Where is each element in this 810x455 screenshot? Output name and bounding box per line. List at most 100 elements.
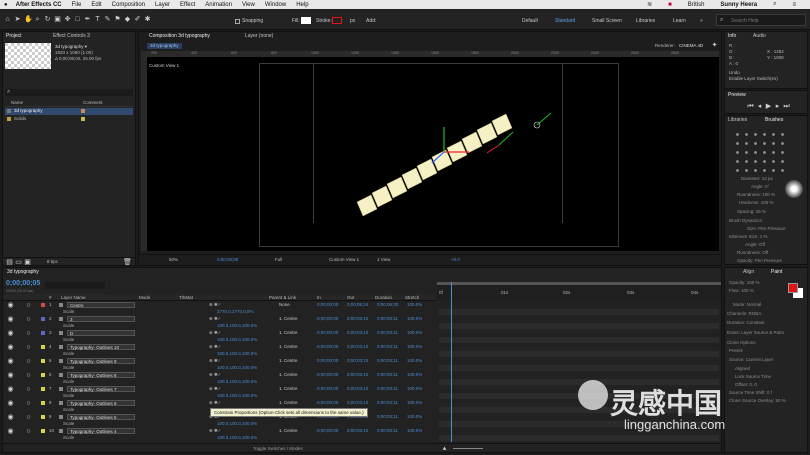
- workspace-standard[interactable]: Standard: [555, 18, 575, 24]
- tab-composition[interactable]: Composition 3d typography: [149, 33, 210, 40]
- property-value[interactable]: 2770.0,2770.0,0%: [217, 309, 254, 315]
- layer-name[interactable]: 3: [67, 316, 135, 322]
- parent-select[interactable]: 1. Centre: [279, 400, 298, 406]
- tab-brushes[interactable]: Brushes: [765, 117, 783, 124]
- table-row[interactable]: ◉ ○ 1 Centre ⊕ ✱ ⁄ None 0;00;00;00 0;00;05;24 0;…: [3, 302, 721, 316]
- search-help-field[interactable]: ⌕ Search Help: [716, 14, 806, 26]
- layer-name[interactable]: Typography- Outlines 10: [67, 344, 135, 350]
- new-comp-icon[interactable]: ▣: [24, 259, 31, 266]
- col-num[interactable]: #: [49, 295, 52, 301]
- rotate-tool-icon[interactable]: ↻: [44, 16, 51, 23]
- layer-stretch[interactable]: 100.0%: [407, 358, 422, 364]
- layer-duration[interactable]: 0;00;03;11: [377, 344, 398, 350]
- menu-window[interactable]: Window: [265, 2, 286, 8]
- menu-app-name[interactable]: After Effects CC: [16, 2, 62, 8]
- paint-clone-overlay[interactable]: Clone Source Overlay: 50 %: [729, 398, 786, 403]
- layer-name[interactable]: Typography- Outlines 5: [67, 414, 135, 420]
- tab-libraries[interactable]: Libraries: [728, 117, 747, 124]
- timeline-zoom-slider[interactable]: [453, 448, 483, 449]
- layer-out-point[interactable]: 0;00;03;10: [347, 428, 368, 434]
- exposure-value[interactable]: +0.0: [451, 257, 460, 263]
- visibility-eye-icon[interactable]: ◉: [7, 344, 14, 351]
- bpc-label[interactable]: 8 bpc: [47, 259, 58, 265]
- paint-flow[interactable]: Flow: 100 %: [729, 288, 754, 293]
- layer-stretch[interactable]: 100.0%: [407, 330, 422, 336]
- paint-source-time[interactable]: Source Time Shift: 0 f: [729, 390, 772, 395]
- brush-tip-presets[interactable]: [733, 130, 789, 172]
- visibility-eye-icon[interactable]: ◉: [7, 330, 14, 337]
- camera-tool-icon[interactable]: ▣: [54, 16, 61, 23]
- workspace-learn[interactable]: Learn: [673, 18, 686, 24]
- timeline-search-field[interactable]: [45, 282, 105, 289]
- zoom-tool-icon[interactable]: ⌕: [34, 16, 41, 23]
- paint-preset[interactable]: Preset:: [729, 348, 743, 353]
- label-color-swatch[interactable]: [41, 415, 45, 419]
- layer-switches-icon[interactable]: ⊕ ✱ ⁄: [209, 400, 220, 406]
- layer-in-point[interactable]: 0;00;00;00: [317, 344, 338, 350]
- menu-edit[interactable]: Edit: [91, 2, 101, 8]
- brush-tool-icon[interactable]: ✎: [104, 16, 111, 23]
- parent-select[interactable]: 1. Centre: [279, 358, 298, 364]
- interpret-footage-icon[interactable]: ▤: [6, 259, 13, 266]
- col-out[interactable]: Out: [347, 295, 354, 301]
- tab-project[interactable]: Project: [6, 33, 22, 40]
- menu-help[interactable]: Help: [296, 2, 308, 8]
- current-time-indicator[interactable]: [451, 282, 452, 442]
- first-frame-icon[interactable]: ⏮: [747, 103, 754, 110]
- property-value[interactable]: 100.0,100.0,100.0%: [217, 379, 257, 385]
- solo-icon[interactable]: ○: [25, 400, 32, 407]
- layer-switches-icon[interactable]: ⊕ ✱ ⁄: [209, 372, 220, 378]
- foreground-color-swatch[interactable]: [788, 283, 798, 293]
- layer-duration[interactable]: 0;00;03;11: [377, 330, 398, 336]
- play-icon[interactable]: ▶: [765, 103, 772, 110]
- time-ruler[interactable]: 0f 01s 02s 03s 04s: [437, 282, 721, 301]
- property-value[interactable]: 100.0,100.0,100.0%: [217, 435, 257, 441]
- col-stretch[interactable]: Stretch: [405, 295, 419, 301]
- layer-out-point[interactable]: 0;00;05;24: [347, 302, 368, 308]
- layer-in-point[interactable]: 0;00;00;00: [317, 330, 338, 336]
- list-item[interactable]: Solids: [5, 116, 133, 123]
- magnification-select[interactable]: 50%: [169, 257, 178, 263]
- label-color-swatch[interactable]: [41, 429, 45, 433]
- parent-select[interactable]: 1. Centre: [279, 428, 298, 434]
- layer-switches-icon[interactable]: ⊕ ✱ ⁄: [209, 428, 220, 434]
- language-label[interactable]: British: [688, 2, 705, 8]
- paint-opacity[interactable]: Opacity: 100 %: [729, 280, 760, 285]
- tab-paint[interactable]: Paint: [771, 269, 782, 276]
- prev-frame-icon[interactable]: ◂: [756, 103, 763, 110]
- tab-info[interactable]: Info: [728, 33, 736, 40]
- brush-roundness[interactable]: Roundness: 100 %: [737, 192, 775, 197]
- layer-name[interactable]: D: [67, 330, 135, 336]
- menu-view[interactable]: View: [242, 2, 255, 8]
- work-area-bar[interactable]: [437, 282, 721, 285]
- label-color-swatch[interactable]: [41, 331, 45, 335]
- solo-icon[interactable]: ○: [25, 372, 32, 379]
- tab-timeline[interactable]: 3d typography: [7, 269, 39, 276]
- brush-min-size[interactable]: Minimum Size: 1 %: [729, 234, 768, 239]
- layer-out-point[interactable]: 0;00;03;10: [347, 344, 368, 350]
- label-color-swatch[interactable]: [41, 359, 45, 363]
- menu-composition[interactable]: Composition: [112, 2, 145, 8]
- visibility-eye-icon[interactable]: ◉: [7, 358, 14, 365]
- layer-duration[interactable]: 0;00;06;00: [377, 302, 398, 308]
- puppet-tool-icon[interactable]: ✱: [144, 16, 151, 23]
- layer-name[interactable]: Typography- Outlines 7: [67, 386, 135, 392]
- visibility-eye-icon[interactable]: ◉: [7, 372, 14, 379]
- property-value[interactable]: 100.0,100.0,100.0%: [217, 365, 257, 371]
- layer-name[interactable]: Typography- Outlines 9: [67, 358, 135, 364]
- paint-lock-source[interactable]: Lock Source Time: [735, 374, 771, 379]
- menu-layer[interactable]: Layer: [155, 2, 170, 8]
- visibility-eye-icon[interactable]: ◉: [7, 316, 14, 323]
- layer-out-point[interactable]: 0;00;03;10: [347, 386, 368, 392]
- stroke-swatch[interactable]: [332, 17, 342, 24]
- solo-icon[interactable]: ○: [25, 344, 32, 351]
- layer-duration[interactable]: 0;00;03;11: [377, 386, 398, 392]
- solo-icon[interactable]: ○: [25, 330, 32, 337]
- parent-select[interactable]: 1. Centre: [279, 386, 298, 392]
- eraser-tool-icon[interactable]: ◆: [124, 16, 131, 23]
- layer-switches-icon[interactable]: ⊕ ✱ ⁄: [209, 302, 220, 308]
- layer-in-point[interactable]: 0;00;00;00: [317, 428, 338, 434]
- tab-layer[interactable]: Layer (none): [245, 33, 273, 40]
- table-row[interactable]: ◉ ○ 5 Typography- Outlines 9 ⊕ ✱ ⁄ 1. Centre 0…: [3, 358, 721, 372]
- brush-diameter[interactable]: Diameter: 13 px: [741, 176, 773, 181]
